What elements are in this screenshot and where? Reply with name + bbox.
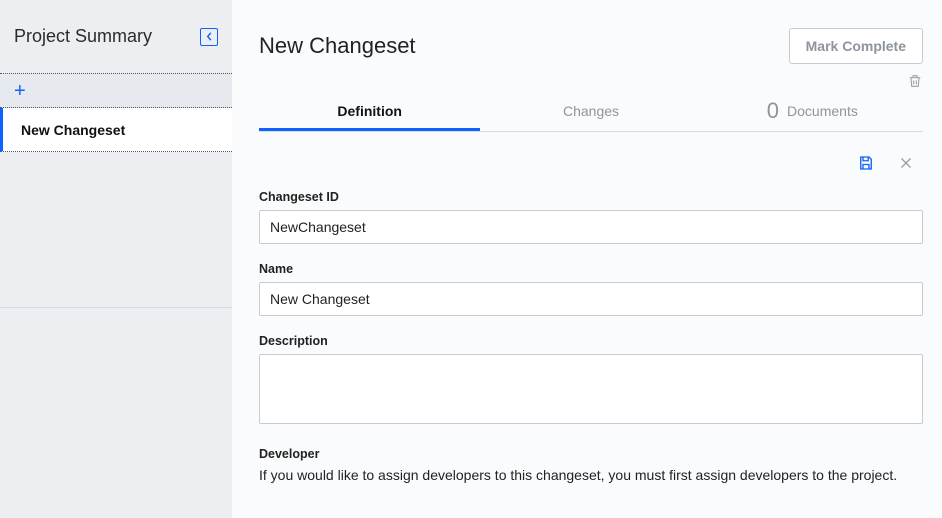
name-label: Name [259,262,923,276]
add-changeset-button[interactable]: + [0,74,232,108]
page-header: New Changeset Mark Complete [259,0,923,64]
close-icon[interactable] [897,154,915,172]
sidebar-header: Project Summary [0,0,232,74]
page-title: New Changeset [259,33,416,59]
tabs: Definition Changes 0 Documents [259,94,923,132]
main: New Changeset Mark Complete Definition C… [232,0,942,518]
changeset-id-label: Changeset ID [259,190,923,204]
definition-form: Changeset ID Name Description Developer … [259,180,923,483]
documents-count: 0 [767,98,779,124]
tab-label: Documents [787,103,858,119]
description-label: Description [259,334,923,348]
delete-icon[interactable] [907,72,923,90]
field-description: Description [259,334,923,429]
field-developer: Developer If you would like to assign de… [259,447,923,483]
description-input[interactable] [259,354,923,424]
tab-documents[interactable]: 0 Documents [702,94,923,131]
field-name: Name [259,262,923,316]
field-changeset-id: Changeset ID [259,190,923,244]
sidebar-item-new-changeset[interactable]: New Changeset [0,108,232,152]
developer-helper-text: If you would like to assign developers t… [259,467,923,483]
developer-label: Developer [259,447,923,461]
sidebar-item-label: New Changeset [21,122,125,138]
tab-label: Definition [337,103,402,119]
tab-label: Changes [563,103,619,119]
mark-complete-button[interactable]: Mark Complete [789,28,923,64]
sidebar-title: Project Summary [14,26,152,47]
sidebar: Project Summary + New Changeset [0,0,232,308]
plus-icon: + [14,81,26,101]
save-icon[interactable] [857,154,875,172]
tab-changes[interactable]: Changes [480,94,701,131]
changeset-id-input[interactable] [259,210,923,244]
tab-definition[interactable]: Definition [259,94,480,131]
collapse-sidebar-icon[interactable] [200,28,218,46]
action-row [259,132,923,180]
name-input[interactable] [259,282,923,316]
